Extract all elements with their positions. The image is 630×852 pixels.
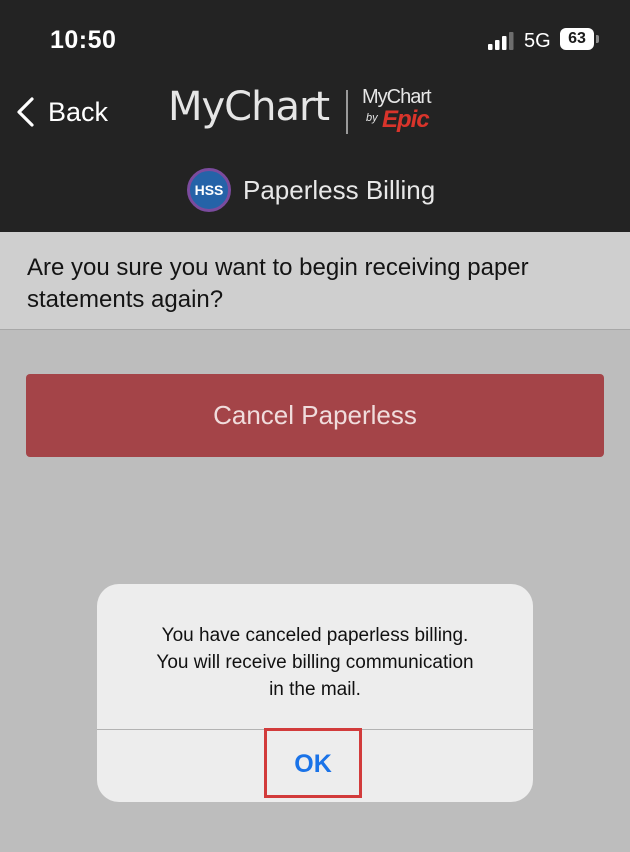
battery-icon: 63	[560, 28, 602, 52]
logo-divider	[346, 90, 348, 134]
signal-bars-icon	[488, 32, 514, 50]
epic-logo-by: by	[366, 112, 378, 124]
hss-logo-badge: HSS	[187, 168, 231, 212]
status-time: 10:50	[50, 26, 117, 54]
alert-message-line-1: You have canceled paperless billing.	[161, 625, 469, 646]
mychart-by-epic-logo: MyChart by Epic	[360, 86, 450, 138]
back-label: Back	[48, 97, 109, 127]
back-button[interactable]: Back	[12, 88, 122, 136]
battery-level: 63	[560, 28, 594, 50]
epic-logo-epic: Epic	[382, 106, 430, 133]
chevron-left-icon	[17, 97, 34, 127]
ok-button[interactable]: OK	[263, 730, 363, 798]
mychart-logo: MyChart	[168, 84, 330, 130]
page-title: Paperless Billing	[243, 175, 436, 205]
alert-message: You have canceled paperless billing. You…	[117, 622, 513, 703]
alert-message-line-3: in the mail.	[269, 679, 361, 700]
alert-dialog: You have canceled paperless billing. You…	[97, 584, 533, 802]
battery-tip	[596, 35, 599, 43]
confirmation-question: Are you sure you want to begin receiving…	[27, 254, 529, 313]
confirmation-question-band: Are you sure you want to begin receiving…	[0, 232, 630, 330]
cancel-paperless-button[interactable]: Cancel Paperless	[26, 374, 604, 457]
app-header: 10:50 5G 63 Back MyChart MyChart by Epic…	[0, 0, 630, 232]
alert-message-line-2: You will receive billing communication	[156, 652, 474, 673]
network-type: 5G	[524, 30, 551, 52]
